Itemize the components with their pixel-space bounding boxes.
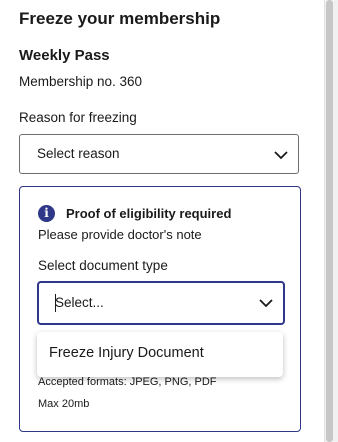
dropdown-option-freeze-injury-document[interactable]: Freeze Injury Document [37, 332, 283, 377]
accepted-formats: Accepted formats: JPEG, PNG, PDF [38, 376, 217, 388]
max-file-size: Max 20mb [38, 398, 90, 410]
eligibility-card: i Proof of eligibility required Please p… [19, 186, 301, 432]
page-title: Freeze your membership [19, 9, 221, 28]
dropdown-option-label: Freeze Injury Document [49, 345, 204, 361]
eligibility-subtext: Please provide doctor's note [38, 227, 202, 242]
scrollbar-thumb[interactable] [326, 0, 333, 442]
document-type-select[interactable]: Select... [37, 281, 285, 325]
chevron-down-icon [274, 151, 288, 160]
info-icon: i [38, 205, 55, 222]
reason-label: Reason for freezing [19, 110, 137, 125]
chevron-down-icon [259, 299, 273, 308]
reason-select-value: Select reason [37, 146, 120, 161]
eligibility-heading: Proof of eligibility required [66, 206, 232, 221]
document-type-dropdown-menu: Freeze Injury Document [37, 332, 283, 377]
membership-number: Membership no. 360 [19, 74, 143, 89]
document-type-label: Select document type [38, 258, 168, 273]
document-type-select-value: Select... [55, 295, 104, 310]
pass-name: Weekly Pass [19, 47, 110, 64]
reason-select[interactable]: Select reason [19, 134, 299, 174]
